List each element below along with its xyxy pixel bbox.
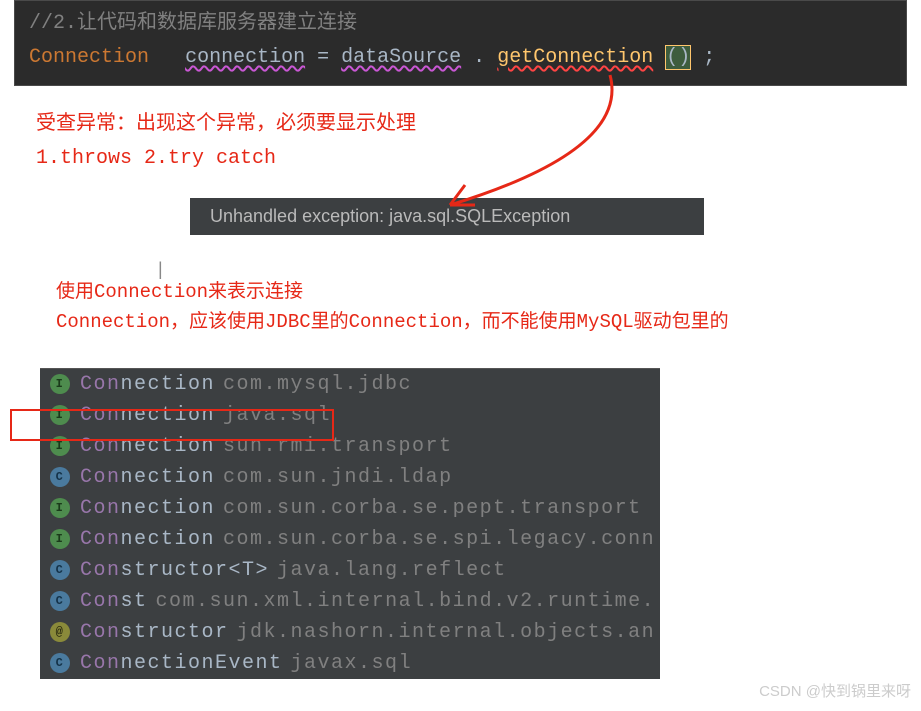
interface-icon: I — [50, 374, 70, 394]
code-statement-line: Connection connection = dataSource . get… — [29, 41, 892, 75]
annotation-icon: @ — [50, 622, 70, 642]
autocomplete-item[interactable]: C Constructor<T> java.lang.reflect — [40, 555, 660, 586]
parentheses: () — [665, 45, 691, 70]
equals-operator: = — [317, 46, 341, 69]
interface-icon: I — [50, 529, 70, 549]
code-comment-line: //2.让代码和数据库服务器建立连接 — [29, 7, 892, 41]
autocomplete-item[interactable]: I Connection java.sql — [40, 400, 660, 431]
object-name: dataSource — [341, 46, 461, 69]
autocomplete-item[interactable]: I Connection com.mysql.jdbc — [40, 369, 660, 400]
autocomplete-item[interactable]: I Connection sun.rmi.transport — [40, 431, 660, 462]
autocomplete-item[interactable]: C ConnectionEvent javax.sql — [40, 648, 660, 679]
class-icon: C — [50, 591, 70, 611]
package-name: sun.rmi.transport — [223, 435, 453, 458]
class-icon: C — [50, 653, 70, 673]
package-name: com.sun.jndi.ldap — [223, 466, 453, 489]
watermark: CSDN @快到锅里来呀 — [759, 680, 911, 701]
annotation2-line2: Connection，应该使用JDBC里的Connection，而不能使用MyS… — [56, 307, 921, 337]
annotation2-line1: 使用Connection来表示连接 — [56, 277, 921, 307]
comment-text: //2.让代码和数据库服务器建立连接 — [29, 12, 357, 35]
semicolon: ; — [703, 46, 715, 69]
autocomplete-item[interactable]: I Connection com.sun.corba.se.pept.trans… — [40, 493, 660, 524]
package-name: com.sun.xml.internal.bind.v2.runtime. — [156, 590, 656, 613]
package-name: jdk.nashorn.internal.objects.an — [237, 621, 656, 644]
annotation-line2: 1.throws 2.try catch — [36, 142, 921, 176]
package-name: com.sun.corba.se.pept.transport — [223, 497, 642, 520]
tooltip-text: Unhandled exception: java.sql.SQLExcepti… — [210, 206, 570, 226]
annotation-checked-exception: 受查异常：出现这个异常，必须要显示处理 1.throws 2.try catch — [36, 108, 921, 176]
package-name: com.mysql.jdbc — [223, 373, 412, 396]
dot-operator: . — [473, 46, 485, 69]
class-icon: C — [50, 560, 70, 580]
package-name: com.sun.corba.se.spi.legacy.conn — [223, 528, 655, 551]
package-name: java.lang.reflect — [277, 559, 507, 582]
autocomplete-item[interactable]: @ Constructor jdk.nashorn.internal.objec… — [40, 617, 660, 648]
interface-icon: I — [50, 436, 70, 456]
autocomplete-item[interactable]: C Connection com.sun.jndi.ldap — [40, 462, 660, 493]
autocomplete-item[interactable]: C Const com.sun.xml.internal.bind.v2.run… — [40, 586, 660, 617]
code-editor[interactable]: //2.让代码和数据库服务器建立连接 Connection connection… — [14, 0, 907, 86]
annotation-line1: 受查异常：出现这个异常，必须要显示处理 — [36, 108, 921, 142]
method-name: getConnection — [497, 46, 653, 69]
interface-icon: I — [50, 405, 70, 425]
interface-icon: I — [50, 498, 70, 518]
autocomplete-popup[interactable]: I Connection com.mysql.jdbc I Connection… — [40, 368, 660, 679]
annotation-connection-usage: 使用Connection来表示连接 Connection，应该使用JDBC里的C… — [56, 277, 921, 338]
class-icon: C — [50, 467, 70, 487]
exception-tooltip: Unhandled exception: java.sql.SQLExcepti… — [190, 198, 704, 235]
autocomplete-item[interactable]: I Connection com.sun.corba.se.spi.legacy… — [40, 524, 660, 555]
text-cursor: | — [158, 259, 163, 280]
package-name: java.sql — [223, 404, 331, 427]
type-keyword: Connection — [29, 46, 149, 69]
package-name: javax.sql — [291, 652, 413, 675]
variable-name: connection — [185, 46, 305, 69]
